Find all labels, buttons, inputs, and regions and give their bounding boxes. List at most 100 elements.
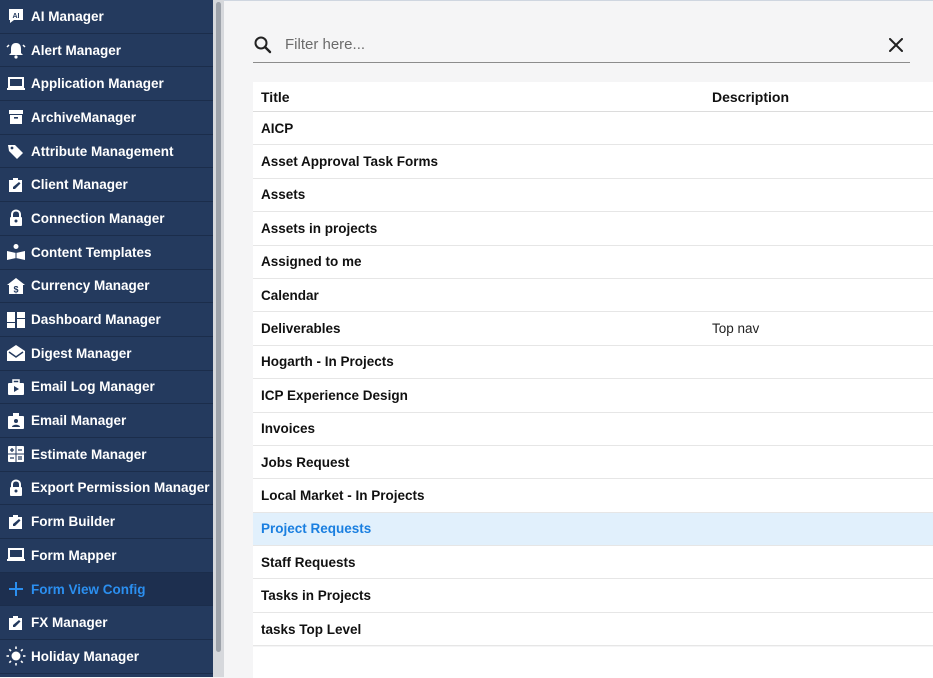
table-row[interactable]: Assets <box>253 179 933 213</box>
lock-icon <box>6 478 26 498</box>
table-row[interactable]: Calendar <box>253 279 933 313</box>
table-header-row: Title Description <box>253 82 933 112</box>
main-panel: Title Description AICP Asset Approval Tas… <box>224 0 933 678</box>
table-empty-area <box>253 647 933 678</box>
table-row[interactable]: Project Requests <box>253 512 933 547</box>
row-title: Assets <box>261 187 306 203</box>
sidebar-item-dashboard-manager[interactable]: Dashboard Manager <box>0 303 213 337</box>
edit-doc-icon <box>6 512 26 532</box>
sidebar-item-email-manager[interactable]: Email Manager <box>0 404 213 438</box>
sidebar-item-ai-manager[interactable]: AI AI Manager <box>0 0 213 34</box>
table-row[interactable]: Jobs Request <box>253 446 933 480</box>
row-title: Project Requests <box>261 521 372 537</box>
table-row[interactable]: Invoices <box>253 413 933 446</box>
row-title: Assets in projects <box>261 220 378 236</box>
sidebar-item-label: Export Permission Manager <box>31 480 210 496</box>
sidebar-item-connection-manager[interactable]: Connection Manager <box>0 202 213 236</box>
table-row[interactable]: AICP <box>253 112 933 146</box>
table-row[interactable]: Staff Requests <box>253 546 933 580</box>
tag-icon <box>6 141 26 161</box>
sidebar-item-label: Attribute Management <box>31 143 174 159</box>
sun-icon <box>6 646 26 666</box>
calculator-icon <box>6 444 26 464</box>
contact-badge-icon <box>6 411 26 431</box>
table-row[interactable]: Hogarth - In Projects <box>253 346 933 380</box>
row-title: Tasks in Projects <box>261 588 372 604</box>
table-row[interactable]: Tasks in Projects <box>253 579 933 613</box>
sidebar-item-label: Dashboard Manager <box>31 312 161 328</box>
sidebar-nav: AI AI Manager Alert Manager Application Man… <box>0 0 213 677</box>
edit-doc-icon <box>6 175 26 195</box>
sidebar-item-email-log-manager[interactable]: Email Log Manager <box>0 371 213 405</box>
ai-icon: AI <box>6 6 26 26</box>
reader-icon <box>6 242 26 262</box>
sidebar-item-form-view-config[interactable]: Form View Config <box>0 572 213 607</box>
sidebar-item-label: AI Manager <box>31 8 104 24</box>
sidebar-item-form-builder[interactable]: Form Builder <box>0 505 213 539</box>
row-title: tasks Top Level <box>261 621 362 637</box>
sidebar-item-attribute-management[interactable]: Attribute Management <box>0 135 213 169</box>
sidebar-item-label: Email Log Manager <box>31 379 155 395</box>
views-table: Title Description AICP Asset Approval Tas… <box>253 82 933 647</box>
row-title: Staff Requests <box>261 554 356 570</box>
filter-bar <box>253 27 910 63</box>
sidebar-item-client-manager[interactable]: Client Manager <box>0 168 213 203</box>
row-title: Calendar <box>261 287 319 303</box>
laptop-icon <box>6 74 26 94</box>
sidebar-item-export-permission-manager[interactable]: Export Permission Manager <box>0 472 213 506</box>
table-row[interactable]: Deliverables Top nav <box>253 312 933 346</box>
lock-icon <box>6 208 26 228</box>
sidebar-item-fx-manager[interactable]: FX Manager <box>0 606 213 641</box>
row-title: Asset Approval Task Forms <box>261 154 439 170</box>
row-title: Local Market - In Projects <box>261 487 425 503</box>
column-header-description[interactable]: Description <box>712 89 933 105</box>
table-row[interactable]: Assigned to me <box>253 246 933 279</box>
sidebar-item-estimate-manager[interactable]: Estimate Manager <box>0 438 213 472</box>
sidebar-item-archivemanager[interactable]: ArchiveManager <box>0 101 213 135</box>
sidebar-item-label: Email Manager <box>31 413 127 429</box>
table-row[interactable]: Local Market - In Projects <box>253 479 933 513</box>
table-row[interactable]: ICP Experience Design <box>253 379 933 413</box>
table-row[interactable]: Assets in projects <box>253 212 933 246</box>
column-header-title[interactable]: Title <box>253 89 712 105</box>
table-body: AICP Asset Approval Task Forms Assets Asset… <box>253 112 933 647</box>
table-row[interactable]: tasks Top Level <box>253 613 933 647</box>
svg-text:AI: AI <box>13 13 20 20</box>
sidebar-item-alert-manager[interactable]: Alert Manager <box>0 34 213 68</box>
sidebar-item-content-templates[interactable]: Content Templates <box>0 236 213 270</box>
laptop-icon <box>6 545 26 565</box>
row-title: ICP Experience Design <box>261 387 408 403</box>
svg-text:$: $ <box>13 284 18 294</box>
sidebar-item-digest-manager[interactable]: Digest Manager <box>0 337 213 371</box>
close-icon[interactable] <box>884 33 908 57</box>
table-row[interactable]: Asset Approval Task Forms <box>253 145 933 179</box>
row-title: AICP <box>261 120 294 136</box>
sidebar-item-label: Client Manager <box>31 177 128 193</box>
sidebar-scrollbar-thumb[interactable] <box>216 2 221 652</box>
sidebar-item-label: Form View Config <box>31 581 146 597</box>
sidebar-item-label: Currency Manager <box>31 278 150 294</box>
sidebar-item-label: Form Mapper <box>31 547 117 563</box>
sidebar-item-holiday-manager[interactable]: Holiday Manager <box>0 640 213 674</box>
sidebar-item-label: Content Templates <box>31 244 152 260</box>
sidebar-item-label: Application Manager <box>31 76 164 92</box>
sidebar-item-label: Digest Manager <box>31 345 132 361</box>
row-title: Invoices <box>261 421 316 437</box>
search-icon <box>253 35 273 55</box>
sidebar-item-label: ArchiveManager <box>31 109 137 125</box>
mail-open-icon <box>6 343 26 363</box>
sidebar-item-form-mapper[interactable]: Form Mapper <box>0 539 213 573</box>
sidebar-item-label: Form Builder <box>31 514 116 530</box>
edit-doc-icon <box>6 613 26 633</box>
dollar-house-icon: $ <box>6 276 26 296</box>
sidebar-item-currency-manager[interactable]: $ Currency Manager <box>0 270 213 304</box>
filter-input[interactable] <box>283 35 884 54</box>
sidebar-item-label: Connection Manager <box>31 210 165 226</box>
row-title: Hogarth - In Projects <box>261 354 394 370</box>
sidebar-item-application-manager[interactable]: Application Manager <box>0 67 213 102</box>
row-title: Jobs Request <box>261 454 350 470</box>
archive-icon <box>6 107 26 127</box>
bell-icon <box>6 40 26 60</box>
row-title: Assigned to me <box>261 254 362 270</box>
play-case-icon <box>6 377 26 397</box>
